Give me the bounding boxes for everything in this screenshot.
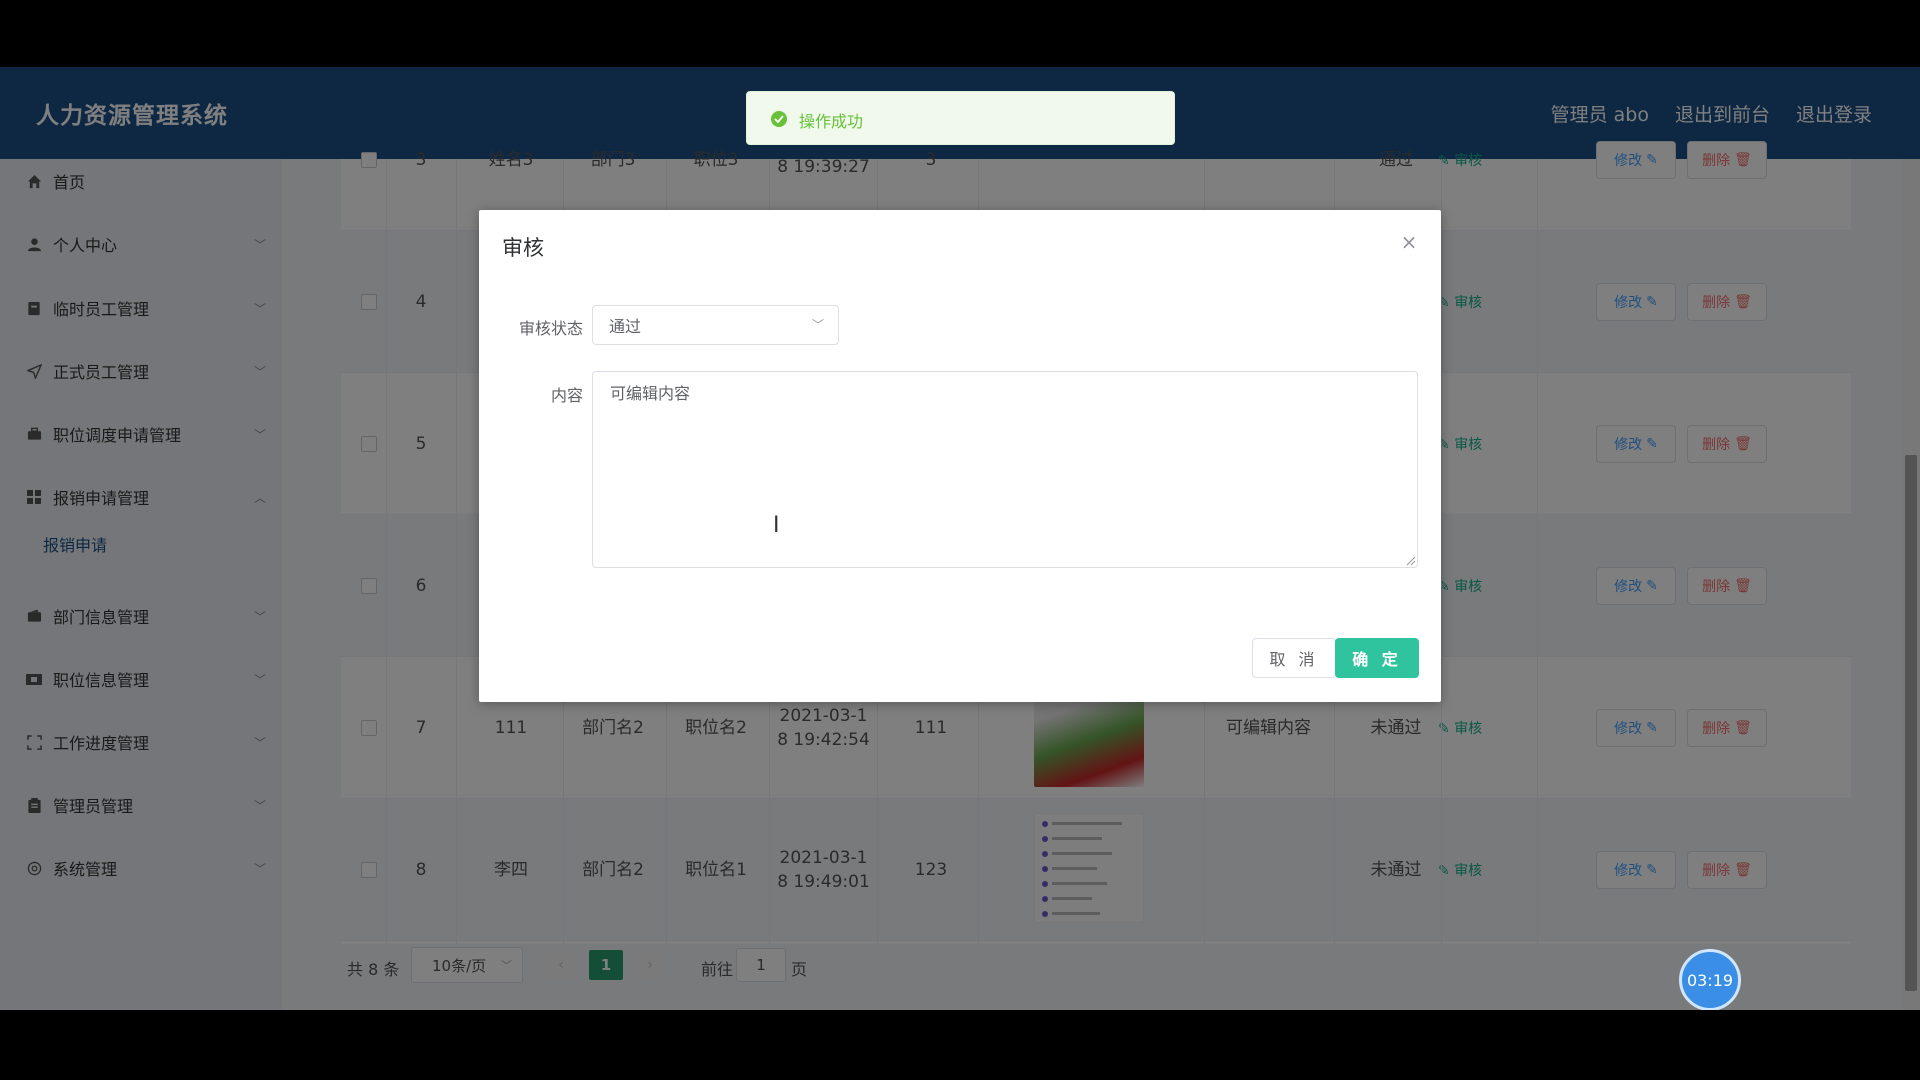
toast-message: 操作成功 xyxy=(799,112,864,131)
cancel-button[interactable]: 取 消 xyxy=(1252,638,1336,678)
audit-dialog: 审核 × 审核状态 通过 ﹀ 内容 取 消 确 定 xyxy=(479,210,1441,702)
check-circle-icon xyxy=(771,111,787,127)
content-label: 内容 xyxy=(550,386,583,405)
dialog-title: 审核 xyxy=(502,236,544,260)
close-icon[interactable]: × xyxy=(1399,232,1419,252)
chevron-down-icon: ﹀ xyxy=(811,318,824,332)
content-textarea[interactable] xyxy=(592,371,1418,568)
text-cursor-icon: I xyxy=(773,513,780,538)
audit-status-select[interactable]: 通过 ﹀ xyxy=(592,305,839,345)
timer-bubble[interactable]: 03:19 xyxy=(1679,949,1741,1010)
status-label: 审核状态 xyxy=(518,319,583,338)
success-toast: 操作成功 xyxy=(746,91,1175,145)
resize-grip-icon[interactable] xyxy=(1406,556,1416,566)
confirm-button[interactable]: 确 定 xyxy=(1335,638,1419,678)
browser-viewport: 人力资源管理系统 管理员 abo 退出到前台 退出登录 首页 个人中心 ﹀ 临时… xyxy=(0,67,1920,1010)
audit-status-value: 通过 xyxy=(609,317,642,336)
